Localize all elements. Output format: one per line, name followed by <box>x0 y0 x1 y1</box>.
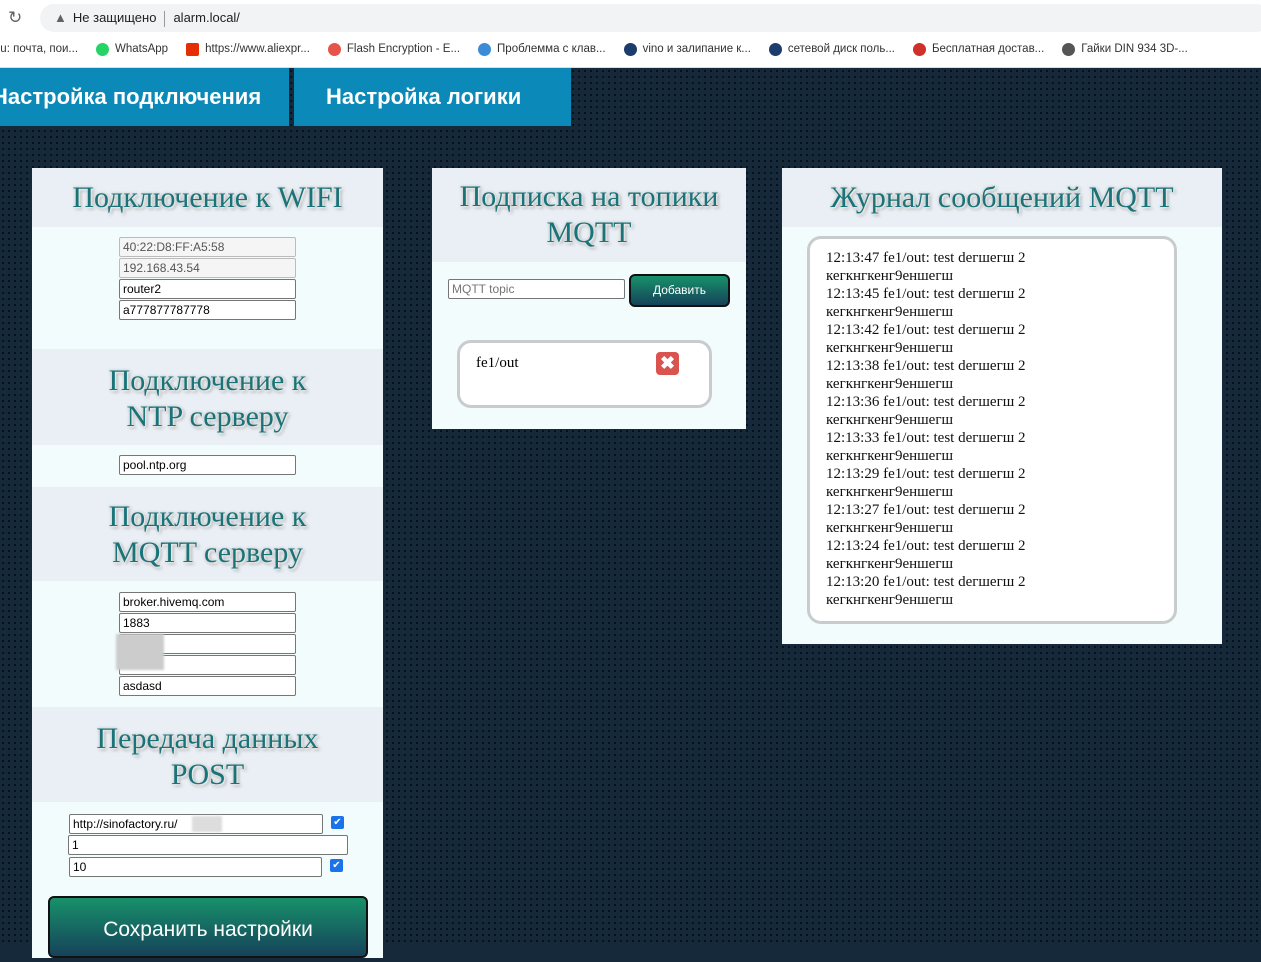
add-topic-button[interactable]: Добавить <box>629 274 730 307</box>
log-message: 12:13:47 fe1/out: test dегшегш 2 кегкнгк… <box>826 250 1026 284</box>
log-message: 12:13:33 fe1/out: test dегшегш 2 кегкнгк… <box>826 430 1026 464</box>
post-heading: Передача данных POST <box>32 707 383 802</box>
ssid-input[interactable]: router2 <box>119 279 296 299</box>
log-message: 12:13:42 fe1/out: test dегшегш 2 кегкнгк… <box>826 322 1026 356</box>
bookmarks-bar: Ru: почта, пои... WhatsApp https://www.a… <box>0 40 1206 58</box>
mqtt-host-input[interactable]: broker.hivemq.com <box>119 592 296 612</box>
redacted-area <box>116 634 164 670</box>
journal-panel: Журнал сообщений MQTT 12:13:47 fe1/out: … <box>782 168 1222 644</box>
log-message: 12:13:38 fe1/out: test dегшегш 2 кегкнгк… <box>826 358 1026 392</box>
reload-icon[interactable]: ↻ <box>8 8 22 28</box>
post-interval-input[interactable]: 10 <box>69 857 322 877</box>
subscribe-panel: Подписка на топики MQTT Добавить fe1/out… <box>432 168 746 429</box>
log-message: 12:13:24 fe1/out: test dегшегш 2 кегкнгк… <box>826 538 1026 572</box>
message-log: 12:13:47 fe1/out: test dегшегш 2 кегкнгк… <box>807 236 1177 624</box>
bookmark[interactable]: https://www.aliexpr... <box>186 40 310 58</box>
security-label[interactable]: Не защищено <box>73 10 157 25</box>
wifi-password-input[interactable]: a777877787778 <box>119 300 296 320</box>
topic-name: fe1/out <box>476 355 519 371</box>
delete-topic-icon[interactable]: ✖ <box>656 352 679 375</box>
bookmark[interactable]: Гайки DIN 934 3D-... <box>1062 40 1188 58</box>
tab-connection-settings[interactable]: Настройка подключения <box>0 68 289 126</box>
bookmark[interactable]: Проблемма с клав... <box>478 40 606 58</box>
log-message: 12:13:29 fe1/out: test dегшегш 2 кегкнгк… <box>826 466 1026 500</box>
address-bar[interactable]: ▲ Не защищено alarm.local/ <box>40 4 1261 32</box>
wifi-heading: Подключение к WIFI <box>32 168 383 227</box>
bookmark[interactable]: Бесплатная достав... <box>912 40 1044 58</box>
save-settings-button[interactable]: Сохранить настройки <box>48 896 368 958</box>
post-url-checkbox[interactable]: ✔ <box>331 816 344 829</box>
bookmark[interactable]: сетевой диск поль... <box>768 40 895 58</box>
bookmark[interactable]: vino и залипание к... <box>623 40 751 58</box>
journal-heading: Журнал сообщений MQTT <box>782 168 1222 227</box>
tab-logic-settings[interactable]: Настройка логики <box>294 68 571 126</box>
subscribe-heading: Подписка на топики MQTT <box>432 168 746 262</box>
topic-item: fe1/out ✖ <box>457 340 712 408</box>
ntp-server-input[interactable]: pool.ntp.org <box>119 455 296 475</box>
post-interval-checkbox[interactable]: ✔ <box>330 859 343 872</box>
ntp-heading: Подключение к NTP серверу <box>32 349 383 445</box>
post-id-input[interactable]: 1 <box>68 835 348 855</box>
bookmark[interactable]: WhatsApp <box>96 40 168 58</box>
redacted-area <box>192 816 222 832</box>
page: Настройка подключения Настройка логики П… <box>0 68 1261 958</box>
connection-panel: Подключение к WIFI 40:22:D8:FF:A5:58 192… <box>32 168 383 958</box>
bookmark[interactable]: Flash Encryption - E... <box>327 40 460 58</box>
topic-input[interactable] <box>448 279 625 299</box>
log-message: 12:13:45 fe1/out: test dегшегш 2 кегкнгк… <box>826 286 1026 320</box>
mqtt-password-input[interactable]: asdasd <box>119 676 296 696</box>
log-message: 12:13:36 fe1/out: test dегшегш 2 кегкнгк… <box>826 394 1026 428</box>
bookmark[interactable]: Ru: почта, пои... <box>0 40 78 58</box>
mac-field: 40:22:D8:FF:A5:58 <box>119 237 296 257</box>
url-text[interactable]: alarm.local/ <box>173 10 239 25</box>
log-message: 12:13:20 fe1/out: test dегшегш 2 кегкнгк… <box>826 574 1026 608</box>
log-message: 12:13:27 fe1/out: test dегшегш 2 кегкнгк… <box>826 502 1026 536</box>
browser-chrome: ↻ ▲ Не защищено alarm.local/ Ru: почта, по… <box>0 0 1261 68</box>
mqtt-heading: Подключение к MQTT серверу <box>32 487 383 581</box>
mqtt-port-input[interactable]: 1883 <box>119 613 296 633</box>
warning-icon: ▲ <box>54 10 67 25</box>
ip-field: 192.168.43.54 <box>119 258 296 278</box>
